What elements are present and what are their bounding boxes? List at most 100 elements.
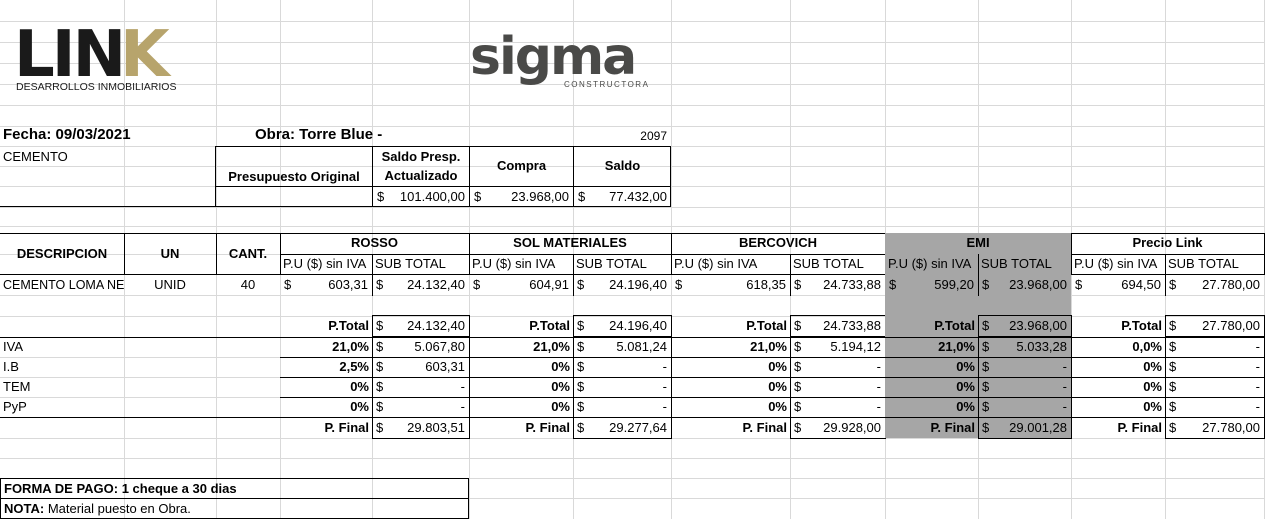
ptotal-value-bercovich: $24.733,88 <box>794 318 881 333</box>
ptotal-value-sol-materiales: $24.196,40 <box>577 318 667 333</box>
rule <box>216 233 217 275</box>
iva-amount-bercovich: $5.194,12 <box>794 339 881 354</box>
ib-amount-sol-materiales: $ - <box>577 359 667 374</box>
iva-pct-rosso: 21,0% <box>332 339 369 354</box>
spreadsheet: LIN K DESARROLLOS INMOBILIARIOS sigma CO… <box>0 0 1265 519</box>
pyp-pct-rosso: 0% <box>350 399 369 414</box>
ptotal-label-bercovich: P.Total <box>746 318 787 333</box>
subtotal-header-sol-materiales: SUB TOTAL <box>576 256 647 271</box>
budget-saldo-value: $77.432,00 <box>578 189 667 204</box>
row-label-pyp: PyP <box>3 399 27 414</box>
ib-amount-rosso: $603,31 <box>376 359 465 374</box>
subtotal-header-bercovich: SUB TOTAL <box>793 256 864 271</box>
pfinal-label-emi: P. Final <box>930 420 975 435</box>
pyp-pct-sol-materiales: 0% <box>551 399 570 414</box>
budget-compra-header: Compra <box>496 158 547 173</box>
budget-saldo-header-2: Actualizado <box>384 168 458 183</box>
unit-price-precio-link: $694,50 <box>1075 277 1161 292</box>
pfinal-label-sol-materiales: P. Final <box>525 420 570 435</box>
subtotal-precio-link: $27.780,00 <box>1169 277 1260 292</box>
link-logo-subtitle: DESARROLLOS INMOBILIARIOS <box>16 81 176 93</box>
iva-amount-sol-materiales: $5.081,24 <box>577 339 667 354</box>
pyp-amount-rosso: $ - <box>376 399 465 414</box>
pfinal-label-bercovich: P. Final <box>742 420 787 435</box>
iva-pct-emi: 21,0% <box>938 339 975 354</box>
item-descripcion: CEMENTO LOMA NEGRA <box>3 278 124 292</box>
rule <box>0 417 1265 418</box>
supplier-header-bercovich: BERCOVICH <box>738 235 817 250</box>
ib-amount-bercovich: $ - <box>794 359 881 374</box>
row-label-ib: I.B <box>3 359 19 374</box>
tem-pct-rosso: 0% <box>350 379 369 394</box>
pyp-pct-bercovich: 0% <box>768 399 787 414</box>
pfinal-label-precio-link: P. Final <box>1117 420 1162 435</box>
pu-header-precio-link: P.U ($) sin IVA <box>1074 256 1158 271</box>
ptotal-value-emi: $23.968,00 <box>982 318 1067 333</box>
link-logo: LIN K DESARROLLOS INMOBILIARIOS <box>14 18 184 103</box>
pfinal-value-rosso: $29.803,51 <box>376 420 465 435</box>
pyp-pct-precio-link: 0% <box>1143 399 1162 414</box>
subtotal-header-emi: SUB TOTAL <box>981 256 1052 271</box>
document-number: 2097 <box>640 129 667 143</box>
supplier-header-rosso: ROSSO <box>351 235 398 250</box>
material-label: CEMENTO <box>3 149 68 164</box>
col-un-header: UN <box>160 246 180 261</box>
subtotal-rosso: $24.132,40 <box>376 277 465 292</box>
item-cant: 40 <box>240 277 256 292</box>
subtotal-emi: $23.968,00 <box>982 277 1067 292</box>
tem-pct-sol-materiales: 0% <box>551 379 570 394</box>
budget-saldo-presp-value: $101.400,00 <box>377 189 465 204</box>
tem-pct-emi: 0% <box>956 379 975 394</box>
rule <box>0 337 1265 338</box>
payment-terms: FORMA DE PAGO: 1 cheque a 30 dias <box>4 481 237 496</box>
pyp-amount-bercovich: $ - <box>794 399 881 414</box>
budget-original-header: Presupuesto Original <box>228 169 360 184</box>
note: NOTA: Material puesto en Obra. <box>1 499 461 519</box>
ptotal-label-emi: P.Total <box>934 318 975 333</box>
subtotal-header-rosso: SUB TOTAL <box>375 256 446 271</box>
ib-pct-rosso: 2,5% <box>339 359 369 374</box>
iva-amount-rosso: $5.067,80 <box>376 339 465 354</box>
tem-amount-sol-materiales: $ - <box>577 379 667 394</box>
pu-header-sol-materiales: P.U ($) sin IVA <box>472 256 556 271</box>
pfinal-value-precio-link: $27.780,00 <box>1169 420 1260 435</box>
gridline <box>0 207 1265 208</box>
sigma-logo-text: sigma <box>470 27 635 87</box>
col-descripcion-header: DESCRIPCION <box>16 246 108 261</box>
pfinal-value-sol-materiales: $29.277,64 <box>577 420 667 435</box>
tem-pct-bercovich: 0% <box>768 379 787 394</box>
gridline <box>0 226 1265 227</box>
item-un: UNID <box>154 277 186 292</box>
pfinal-label-rosso: P. Final <box>324 420 369 435</box>
supplier-header-sol-materiales: SOL MATERIALES <box>513 235 627 250</box>
note-text: Material puesto en Obra. <box>44 501 191 516</box>
iva-pct-sol-materiales: 21,0% <box>533 339 570 354</box>
unit-price-rosso: $603,31 <box>284 277 368 292</box>
tem-amount-precio-link: $ - <box>1169 379 1260 394</box>
row-label-tem: TEM <box>3 379 31 394</box>
ib-pct-sol-materiales: 0% <box>551 359 570 374</box>
rule <box>124 233 125 275</box>
ptotal-label-precio-link: P.Total <box>1121 318 1162 333</box>
rule <box>280 377 1265 378</box>
budget-compra-value: $23.968,00 <box>474 189 569 204</box>
iva-amount-emi: $5.033,28 <box>982 339 1067 354</box>
note-label: NOTA: <box>4 501 45 516</box>
pyp-amount-emi: $ - <box>982 399 1067 414</box>
ib-pct-precio-link: 0% <box>1143 359 1162 374</box>
rule <box>280 397 1265 398</box>
ptotal-label-sol-materiales: P.Total <box>529 318 570 333</box>
row-label-iva: IVA <box>3 339 23 354</box>
unit-price-bercovich: $618,35 <box>675 277 786 292</box>
pu-header-bercovich: P.U ($) sin IVA <box>674 256 758 271</box>
ib-amount-precio-link: $ - <box>1169 359 1260 374</box>
pfinal-value-bercovich: $29.928,00 <box>794 420 881 435</box>
rule <box>280 357 1265 358</box>
iva-amount-precio-link: $ - <box>1169 339 1260 354</box>
sigma-logo: sigma CONSTRUCTORA <box>468 24 668 99</box>
project-label: Obra: Torre Blue - <box>255 126 383 143</box>
gridline <box>0 105 1265 106</box>
date-label: Fecha: 09/03/2021 <box>3 126 131 143</box>
subtotal-sol-materiales: $24.196,40 <box>577 277 667 292</box>
gridline <box>0 458 1265 459</box>
